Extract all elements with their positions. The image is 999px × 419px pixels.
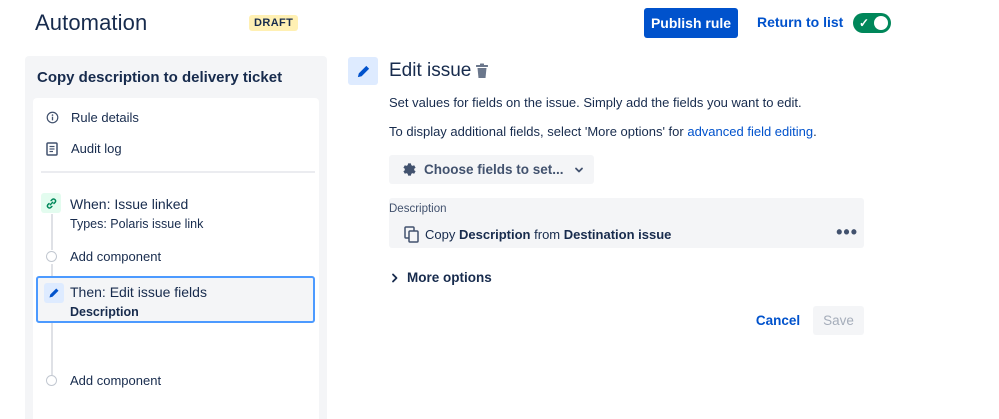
choose-fields-label: Choose fields to set... bbox=[424, 162, 564, 177]
advanced-field-editing-link[interactable]: advanced field editing bbox=[687, 124, 813, 139]
action-subtitle: Description bbox=[70, 305, 139, 319]
field-label: Description bbox=[389, 203, 447, 215]
action-step-selected[interactable]: Then: Edit issue fields Description bbox=[36, 276, 315, 323]
field-name: Description bbox=[459, 227, 531, 242]
editor-title: Edit issue bbox=[389, 60, 471, 82]
toggle-knob bbox=[874, 16, 888, 30]
add-component-node bbox=[46, 251, 57, 262]
more-actions-icon[interactable]: ••• bbox=[836, 224, 858, 240]
audit-log-item[interactable]: Audit log bbox=[45, 141, 122, 156]
gear-icon bbox=[401, 161, 418, 178]
copy-word: Copy bbox=[425, 227, 455, 242]
flow-line bbox=[51, 264, 53, 276]
rule-panel: Copy description to delivery ticket Rule… bbox=[25, 56, 327, 419]
editor-description: Set values for fields on the issue. Simp… bbox=[389, 95, 802, 110]
additional-fields-note: To display additional fields, select 'Mo… bbox=[389, 124, 817, 139]
trigger-subtitle: Types: Polaris issue link bbox=[70, 217, 203, 231]
action-title: Then: Edit issue fields bbox=[70, 284, 207, 300]
flow-line bbox=[51, 214, 53, 250]
audit-log-label: Audit log bbox=[71, 141, 122, 156]
cancel-button[interactable]: Cancel bbox=[750, 306, 806, 335]
check-icon: ✓ bbox=[859, 16, 869, 30]
from-word: from bbox=[534, 227, 560, 242]
flow-line bbox=[51, 323, 53, 375]
divider bbox=[41, 171, 315, 173]
more-options-label: More options bbox=[407, 270, 492, 285]
copy-icon bbox=[404, 226, 419, 243]
trash-icon[interactable] bbox=[475, 63, 489, 84]
choose-fields-dropdown[interactable]: Choose fields to set... bbox=[389, 155, 594, 184]
field-value: Copy Description from Destination issue bbox=[404, 226, 671, 243]
publish-rule-button[interactable]: Publish rule bbox=[644, 8, 738, 38]
document-icon bbox=[45, 142, 59, 156]
more-options-toggle[interactable]: More options bbox=[391, 270, 492, 285]
trigger-title[interactable]: When: Issue linked bbox=[70, 196, 188, 212]
add-component-link[interactable]: Add component bbox=[70, 373, 161, 388]
pencil-icon bbox=[44, 283, 64, 303]
source-issue: Destination issue bbox=[564, 227, 672, 242]
chevron-right-icon bbox=[391, 273, 399, 283]
rule-steps: Rule details Audit log When: Issue linke… bbox=[33, 98, 319, 419]
chevron-down-icon bbox=[574, 165, 584, 175]
info-icon bbox=[45, 111, 59, 125]
add-component-node bbox=[46, 375, 57, 386]
page-title: Automation bbox=[35, 10, 147, 36]
rule-enabled-toggle[interactable]: ✓ bbox=[853, 13, 891, 33]
note-text: To display additional fields, select 'Mo… bbox=[389, 124, 687, 139]
draft-badge: DRAFT bbox=[249, 15, 298, 31]
description-field-row[interactable]: Description Copy Description from Destin… bbox=[389, 198, 864, 248]
save-button[interactable]: Save bbox=[813, 306, 864, 335]
note-suffix: . bbox=[813, 124, 817, 139]
add-component-link[interactable]: Add component bbox=[70, 249, 161, 264]
rule-details-item[interactable]: Rule details bbox=[45, 110, 139, 125]
rule-details-label: Rule details bbox=[71, 110, 139, 125]
link-icon bbox=[41, 193, 61, 213]
return-to-list-link[interactable]: Return to list bbox=[757, 14, 843, 30]
rule-name: Copy description to delivery ticket bbox=[37, 69, 282, 86]
pencil-icon bbox=[348, 57, 378, 85]
